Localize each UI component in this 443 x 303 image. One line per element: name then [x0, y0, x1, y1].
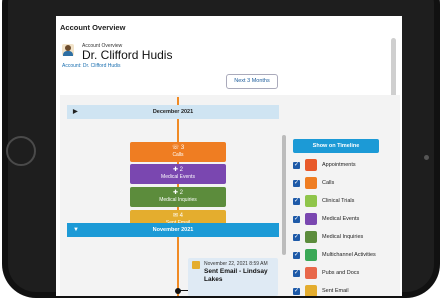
month-header-december[interactable]: ▶ December 2021	[67, 105, 279, 119]
card-label: Calls	[172, 152, 184, 158]
account-link[interactable]: Account: Dr. Clifford Hudis	[62, 63, 121, 69]
collapse-arrow-icon[interactable]: ▼	[73, 223, 79, 237]
filter-label: Clinical Trials	[322, 198, 355, 204]
filter-item-sent-email[interactable]: ✓ Sent Email	[293, 285, 389, 296]
filter-checkbox[interactable]: ✓	[293, 288, 300, 295]
filter-label: Multichannel Activities	[322, 252, 376, 258]
medical-event-icon	[305, 213, 317, 225]
timeline-event-item[interactable]: November 22, 2021 8:59 AM Sent Email - L…	[188, 258, 278, 296]
email-icon	[305, 285, 317, 296]
next-3-months-button[interactable]: Next 3 Months	[226, 74, 278, 89]
timeline-card-medical-events[interactable]: ✚ 2 Medical Events	[130, 164, 226, 184]
timeline-line	[177, 97, 179, 105]
card-count: ✚ 2	[172, 167, 184, 173]
month-label: December 2021	[152, 109, 194, 115]
timeline-scrollbar[interactable]	[282, 135, 286, 255]
app-screen: Account Overview Account Overview Dr. Cl…	[56, 16, 402, 296]
timeline-event-dot	[175, 288, 181, 294]
filter-label: Medical Events	[322, 216, 360, 222]
timeline-panel: ▶ December 2021 ☏ 3 Calls ✚ 2 Medical Ev…	[60, 95, 400, 296]
trials-icon	[305, 195, 317, 207]
card-label: Medical Events	[161, 174, 195, 180]
month-header-november[interactable]: ▼ November 2021	[67, 223, 279, 237]
filter-label: Pubs and Docs	[322, 270, 360, 276]
filter-checkbox[interactable]: ✓	[293, 270, 300, 277]
timeline-card-medical-inquiries[interactable]: ✚ 2 Medical Inquiries	[130, 187, 226, 207]
filter-item-calls[interactable]: ✓ Calls	[293, 177, 389, 191]
event-title[interactable]: Sent Email - Lindsay Lakes	[204, 268, 276, 284]
filter-label: Medical Inquiries	[322, 234, 364, 240]
show-on-timeline-button[interactable]: Show on Timeline	[293, 139, 379, 153]
background: Account Overview Account Overview Dr. Cl…	[0, 0, 443, 303]
filter-checkbox[interactable]: ✓	[293, 180, 300, 187]
filter-label: Calls	[322, 180, 335, 186]
multichannel-icon	[305, 249, 317, 261]
card-count: ✉ 4	[172, 213, 184, 219]
filter-label: Sent Email	[322, 288, 349, 294]
filter-item-pubs-and-docs[interactable]: ✓ Pubs and Docs	[293, 267, 389, 281]
filter-checkbox[interactable]: ✓	[293, 234, 300, 241]
inquiry-icon	[305, 231, 317, 243]
filter-item-multichannel-activities[interactable]: ✓ Multichannel Activities	[293, 249, 389, 263]
month-label: November 2021	[152, 227, 194, 233]
page-title: Account Overview	[60, 23, 126, 32]
filter-checkbox[interactable]: ✓	[293, 162, 300, 169]
docs-icon	[305, 267, 317, 279]
home-button[interactable]	[6, 136, 36, 166]
timeline-card-calls[interactable]: ☏ 3 Calls	[130, 142, 226, 162]
card-count: ✚ 2	[172, 190, 184, 196]
filter-panel: Show on Timeline ✓ Appointments ✓ Calls ✓ Cli…	[288, 125, 388, 296]
account-name: Dr. Clifford Hudis	[82, 48, 173, 62]
page-scrollbar[interactable]	[391, 38, 396, 98]
card-label: Medical Inquiries	[159, 197, 197, 203]
account-header: Account Overview Dr. Clifford Hudis Acco…	[60, 36, 390, 72]
filter-checkbox[interactable]: ✓	[293, 252, 300, 259]
expand-arrow-icon[interactable]: ▶	[73, 105, 78, 119]
event-date: November 22, 2021 8:59 AM	[204, 261, 268, 267]
avatar-icon	[62, 44, 74, 56]
filter-checkbox[interactable]: ✓	[293, 198, 300, 205]
filter-item-medical-inquiries[interactable]: ✓ Medical Inquiries	[293, 231, 389, 245]
filter-label: Appointments	[322, 162, 356, 168]
filter-item-medical-events[interactable]: ✓ Medical Events	[293, 213, 389, 227]
filter-item-clinical-trials[interactable]: ✓ Clinical Trials	[293, 195, 389, 209]
call-icon	[305, 177, 317, 189]
camera-icon	[424, 155, 429, 160]
card-count: ☏ 3	[171, 145, 185, 151]
filter-checkbox[interactable]: ✓	[293, 216, 300, 223]
calendar-icon	[305, 159, 317, 171]
filter-item-appointments[interactable]: ✓ Appointments	[293, 159, 389, 173]
email-icon	[192, 261, 200, 269]
